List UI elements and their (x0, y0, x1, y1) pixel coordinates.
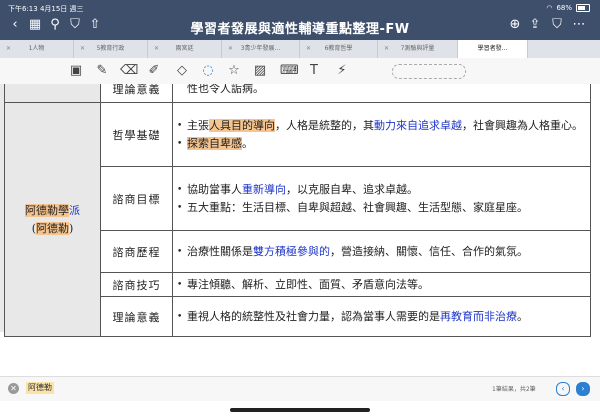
home-indicator (230, 408, 370, 412)
tab-education-philosophy[interactable]: ✕ 6教育哲學 (300, 40, 378, 58)
topic-cell: 哲學基礎 (100, 102, 173, 167)
list-item: • 主張人具目的導向，人格是統整的，其動力來自追求卓越，社會興趣為人格重心。 (177, 118, 583, 132)
content-cell: • 協助當事人重新導向，以克服自卑、追求卓越。 • 五大重點：生活目標、自卑與超越、… (172, 166, 591, 231)
school-name: 阿德勒學派 (25, 203, 80, 217)
eraser-icon[interactable]: ⌫ (120, 63, 138, 79)
find-bar: ✕ 阿德勒 1筆結果，共2筆 ‹ › (0, 376, 600, 401)
shapes-icon[interactable]: ◇ (174, 63, 190, 79)
close-icon[interactable]: ✕ (306, 40, 311, 58)
keyboard-icon[interactable]: ⌨ (280, 63, 299, 79)
wifi-icon: ◠ (546, 4, 553, 12)
highlighter-icon[interactable]: ✐ (146, 63, 162, 79)
list-item: • 專注傾聽、解析、立即性、面質、矛盾意向法等。 (177, 277, 429, 291)
list-item: • 五大重點：生活目標、自卑與超越、社會興趣、生活型態、家庭星座。 (177, 200, 528, 214)
battery-percent: 68% (556, 4, 572, 12)
search-input[interactable]: 阿德勒 (26, 382, 54, 394)
school-cell: 阿德勒學派 (阿德勒) (4, 102, 101, 337)
laser-pointer-icon[interactable]: ⚡ (334, 63, 350, 79)
close-icon[interactable]: ✕ (154, 40, 159, 58)
summary-table: 理論意義 性也令人詬病。 阿德勒學派 (阿德勒) 哲學基礎 • 主張人具目的導向，… (4, 84, 591, 337)
status-indicators: ◠ 68% (546, 4, 590, 12)
topic-cell: 理論意義 (100, 296, 173, 337)
content-cell: • 重視人格的統整性及社會力量，認為當事人需要的是再教育而非治療。 (172, 296, 591, 337)
status-time-date: 下午6:13 4月15日 週三 (8, 5, 84, 13)
note-page: 理論意義 性也令人詬病。 阿德勒學派 (阿德勒) 哲學基礎 • 主張人具目的導向，… (0, 84, 600, 368)
image-icon[interactable]: ▨ (252, 63, 268, 79)
add-page-icon[interactable]: ⊕ (508, 18, 522, 32)
close-icon[interactable]: ✕ (6, 40, 11, 58)
tab-learner-development[interactable]: 學習者發... (458, 40, 528, 58)
school-cell-top (4, 84, 101, 103)
content-cell: 性也令人詬病。 (172, 84, 591, 103)
content-cell: • 專注傾聽、解析、立即性、面質、矛盾意向法等。 (172, 272, 591, 297)
document-tabs: ✕ 1人物 ✕ 5教育行政 ✕ 兩宮廷 ✕ 3青少年發展... ✕ 6教育哲學 ✕ 7測驗與… (0, 40, 600, 59)
tab-education-admin[interactable]: ✕ 5教育行政 (74, 40, 148, 58)
sticker-icon[interactable]: ☆ (226, 63, 242, 79)
tool-preset-slot[interactable] (392, 64, 466, 79)
bookmark-icon[interactable]: ⛉ (550, 18, 564, 32)
annotation-toolbar: ▣ ✎ ⌫ ✐ ◇ ◌ ☆ ▨ ⌨ T ⚡ (0, 58, 600, 85)
lasso-icon[interactable]: ◌ (200, 63, 216, 79)
close-icon[interactable]: ✕ (384, 40, 389, 58)
close-icon[interactable]: ✕ (80, 40, 85, 58)
content-cell: • 治療性關係是雙方積極參與的，營造接納、關懷、信任、合作的氣氛。 (172, 230, 591, 273)
tab-testing-assessment[interactable]: ✕ 7測驗與評量 (378, 40, 458, 58)
clear-search-icon[interactable]: ✕ (8, 383, 19, 394)
tab-adolescent-development[interactable]: ✕ 3青少年發展... (222, 40, 300, 58)
close-icon[interactable]: ✕ (228, 40, 233, 58)
previous-result-icon[interactable]: ‹ (556, 382, 570, 396)
table-row: 理論意義 性也令人詬病。 (4, 84, 591, 103)
next-result-icon[interactable]: › (576, 382, 590, 396)
pen-icon[interactable]: ✎ (94, 63, 110, 79)
school-founder: (阿德勒) (31, 221, 74, 235)
topic-cell: 理論意義 (100, 84, 173, 103)
title-bar: 下午6:13 4月15日 週三 ◠ 68% ‹ ▦ ⚲ ⛉ ⇧ 學習者發展與適性… (0, 0, 600, 40)
topic-cell: 諮商歷程 (100, 230, 173, 273)
search-result-count: 1筆結果，共2筆 (492, 386, 536, 393)
list-item: • 重視人格的統整性及社會力量，認為當事人需要的是再教育而非治療。 (177, 309, 528, 323)
battery-icon (576, 4, 590, 12)
list-item: • 治療性關係是雙方積極參與的，營造接納、關懷、信任、合作的氣氛。 (177, 244, 528, 258)
topic-cell: 諮商技巧 (100, 272, 173, 297)
topic-cell: 諮商目標 (100, 166, 173, 231)
list-item: • 協助當事人重新導向，以克服自卑、追求卓越。 (177, 182, 418, 196)
text-box-icon[interactable]: T (306, 63, 322, 79)
scan-text-icon[interactable]: ▣ (68, 63, 84, 79)
table-row: 阿德勒學派 (阿德勒) 哲學基礎 • 主張人具目的導向，人格是統整的，其動力來自追… (4, 102, 591, 337)
tab-palace[interactable]: ✕ 兩宮廷 (148, 40, 222, 58)
more-icon[interactable]: ⋯ (572, 18, 586, 32)
list-item: • 探索自卑感。 (177, 136, 253, 150)
tab-people[interactable]: ✕ 1人物 (0, 40, 74, 58)
export-icon[interactable]: ⇪ (528, 18, 542, 32)
content-cell: • 主張人具目的導向，人格是統整的，其動力來自追求卓越，社會興趣為人格重心。 • 探… (172, 102, 591, 167)
